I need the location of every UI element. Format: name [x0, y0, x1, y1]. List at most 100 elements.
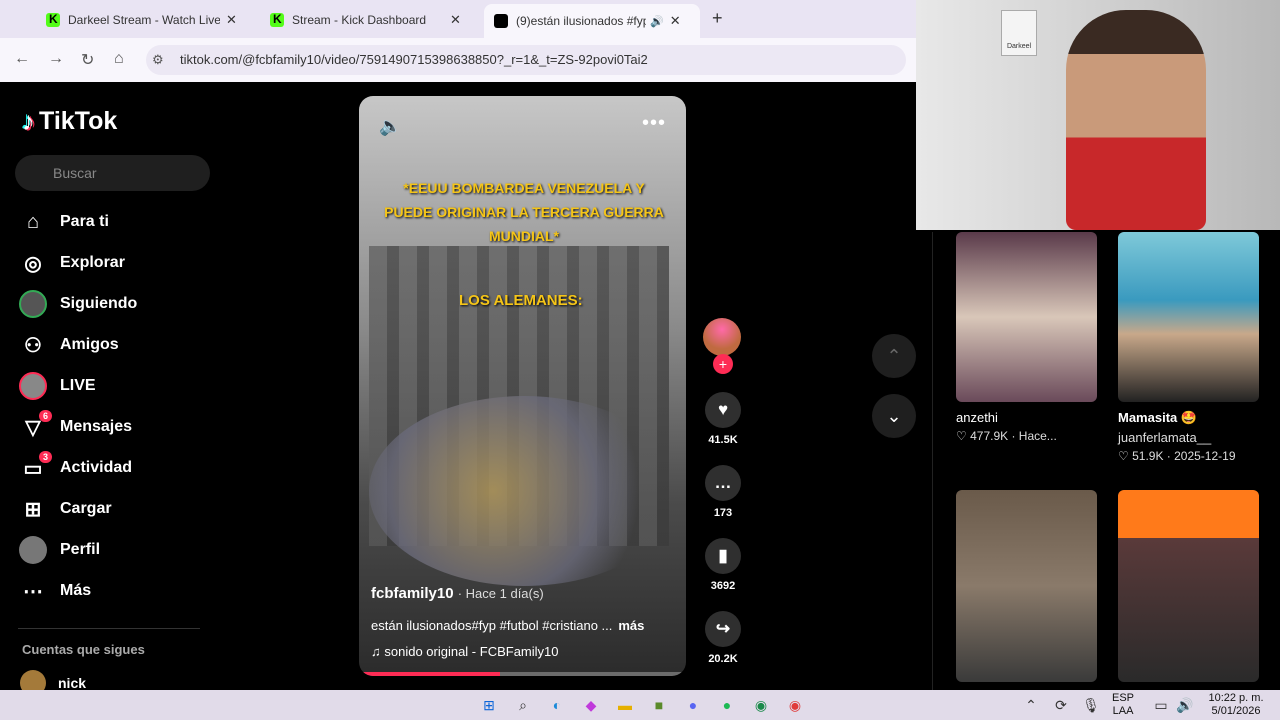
description-text: están ilusionados#fyp #futbol #cristiano… [371, 618, 613, 633]
nav-label: Cargar [60, 500, 112, 517]
webcam-feed: Darkeel [916, 0, 1280, 230]
card-user[interactable]: juanferlamata__ [1118, 430, 1259, 445]
avatar-icon [18, 289, 48, 319]
progress-fill [359, 672, 500, 676]
nav-label: Para ti [60, 213, 109, 230]
chevron-down-icon: ⌄ [886, 406, 902, 426]
tiktok-logo[interactable]: ♪ TikTok [22, 106, 117, 137]
more-options-icon[interactable]: ••• [642, 112, 666, 135]
video-author[interactable]: fcbfamily10 · Hace 1 día(s) [371, 585, 544, 602]
copilot-icon[interactable]: ◆ [582, 696, 600, 714]
nav-label: Actividad [60, 459, 133, 476]
close-icon[interactable]: ✕ [450, 12, 461, 28]
microphone-icon[interactable]: 🎙 [1082, 696, 1100, 714]
taskbar: ⊞ ⌕ ◐ ◆ ▬ ■ ● ● ◉ ◉ ⌃ ⟳ 🎙 ESP LAA ▭ 🔊 10… [0, 690, 1280, 720]
video-sound[interactable]: ♫ sonido original - FCBFamily10 [371, 644, 558, 659]
app-icon[interactable]: ◉ [786, 696, 804, 714]
like-button[interactable]: ♥ 41.5K [701, 392, 745, 446]
video-caption-top: *EEUU BOMBARDEA VENEZUELA Y PUEDE ORIGIN… [384, 180, 664, 244]
windows-start-icon[interactable]: ⊞ [480, 696, 498, 714]
volume-icon[interactable]: 🔈 [379, 116, 401, 137]
video-thumbnail[interactable] [956, 490, 1097, 682]
card-user[interactable]: anzethi [956, 410, 1097, 425]
following-name: nick [58, 675, 87, 691]
file-explorer-icon[interactable]: ▬ [616, 696, 634, 714]
card-title: Mamasita 🤩 [1118, 410, 1198, 425]
profile-icon [18, 535, 48, 565]
share-button[interactable]: ↪ 20.2K [701, 611, 745, 665]
tab-title: Darkeel Stream - Watch Live on [68, 13, 220, 27]
grid-card[interactable]: anzethi ♡ 477.9K · Hace... [956, 232, 1097, 443]
tab-darkeel-stream[interactable]: Darkeel Stream - Watch Live on ✕ [36, 6, 247, 34]
site-info-icon[interactable]: ⚙ [152, 52, 164, 68]
messages-icon: ▽ 6 [18, 410, 52, 442]
language-indicator[interactable]: ESP LAA [1112, 692, 1134, 718]
comment-button[interactable]: … 173 [701, 465, 745, 519]
close-icon[interactable]: ✕ [226, 12, 237, 28]
nav-item-amigos[interactable]: ⚇ Amigos [18, 327, 218, 363]
chevron-up-icon: ⌃ [886, 346, 902, 366]
grid-card[interactable] [1118, 490, 1259, 682]
nav-label: Explorar [60, 254, 125, 271]
chevron-up-icon[interactable]: ⌃ [1022, 696, 1040, 714]
close-icon[interactable]: ✕ [670, 13, 681, 29]
edge-icon[interactable]: ◐ [548, 696, 566, 714]
sync-icon[interactable]: ⟳ [1052, 696, 1070, 714]
address-bar: ← → ↻ ⌂ tiktok.com/@fcbfamily10/video/75… [0, 38, 916, 82]
nav-item-actividad[interactable]: ▭ 3 Actividad [18, 450, 218, 486]
nav-item-mensajes[interactable]: ▽ 6 Mensajes [18, 409, 218, 445]
video-player[interactable]: *EEUU BOMBARDEA VENEZUELA Y PUEDE ORIGIN… [359, 96, 686, 676]
browser-window: Darkeel Stream - Watch Live on ✕ Stream … [0, 0, 916, 696]
volume-icon[interactable]: 🔊 [1176, 696, 1194, 714]
creator-avatar[interactable] [703, 318, 741, 356]
search-input[interactable]: Buscar [15, 155, 210, 191]
video-grid: anzethi ♡ 477.9K · Hace... Mamasita 🤩 ju… [932, 232, 1280, 690]
video-thumbnail[interactable] [1118, 232, 1259, 402]
home-icon[interactable]: ⌂ [114, 50, 124, 68]
tiktok-icon [494, 14, 508, 28]
discord-icon[interactable]: ● [684, 696, 702, 714]
video-thumbnail[interactable] [1118, 490, 1259, 682]
tab-kick-dashboard[interactable]: Stream - Kick Dashboard ✕ [260, 6, 471, 34]
video-username[interactable]: fcbfamily10 [371, 585, 454, 602]
video-thumbnail[interactable] [956, 232, 1097, 402]
language-code: ESP [1112, 692, 1135, 704]
nav-item-siguiendo[interactable]: Siguiendo [18, 286, 218, 322]
grid-card[interactable]: Mamasita 🤩 juanferlamata__ ♡ 51.9K · 202… [1118, 232, 1259, 463]
nav-item-live[interactable]: LIVE [18, 368, 218, 404]
prev-video-button[interactable]: ⌃ [872, 334, 916, 378]
nav-item-perfil[interactable]: Perfil [18, 532, 218, 568]
share-count: 20.2K [708, 653, 738, 665]
bookmark-icon: ▮ [705, 538, 741, 574]
follow-plus-icon[interactable]: + [713, 354, 733, 374]
more-link[interactable]: más [618, 618, 644, 633]
nav-label: LIVE [60, 377, 96, 394]
kick-icon [46, 12, 60, 27]
chrome-icon[interactable]: ◉ [752, 696, 770, 714]
spotify-icon[interactable]: ● [718, 696, 736, 714]
nav-label: Mensajes [60, 418, 133, 435]
minecraft-icon[interactable]: ■ [650, 696, 668, 714]
url-field[interactable]: tiktok.com/@fcbfamily10/video/7591490715… [146, 45, 906, 75]
speaker-icon[interactable]: 🔊 [650, 15, 664, 28]
search-icon[interactable]: ⌕ [514, 696, 532, 714]
nav-label: Más [60, 582, 92, 599]
nav-item-para-ti[interactable]: ⌂ Para ti [18, 204, 218, 240]
nav-item-explorar[interactable]: ◎ Explorar [18, 245, 218, 281]
tab-tiktok-video[interactable]: (9)están ilusionados #fyp # 🔊 ✕ [484, 4, 700, 38]
back-icon[interactable]: ← [14, 50, 30, 68]
nav-item-mas[interactable]: ⋯ Más [18, 573, 218, 609]
clock[interactable]: 10:22 p. m. 5/01/2026 [1200, 692, 1272, 718]
forward-icon[interactable]: → [48, 50, 64, 68]
reload-icon[interactable]: ↻ [81, 50, 94, 70]
video-progress[interactable] [359, 672, 686, 676]
nav-item-cargar[interactable]: ⊞ Cargar [18, 491, 218, 527]
next-video-button[interactable]: ⌄ [872, 394, 916, 438]
activity-icon: ▭ 3 [18, 451, 52, 483]
grid-card[interactable] [956, 490, 1097, 682]
save-button[interactable]: ▮ 3692 [701, 538, 745, 592]
network-icon[interactable]: ▭ [1152, 696, 1170, 714]
comment-count: 173 [713, 507, 733, 519]
new-tab-button[interactable]: + [712, 8, 723, 29]
tiktok-page: ♪ TikTok ⌕ Buscar ⌂ Para ti ◎ Explorar S… [0, 82, 916, 696]
